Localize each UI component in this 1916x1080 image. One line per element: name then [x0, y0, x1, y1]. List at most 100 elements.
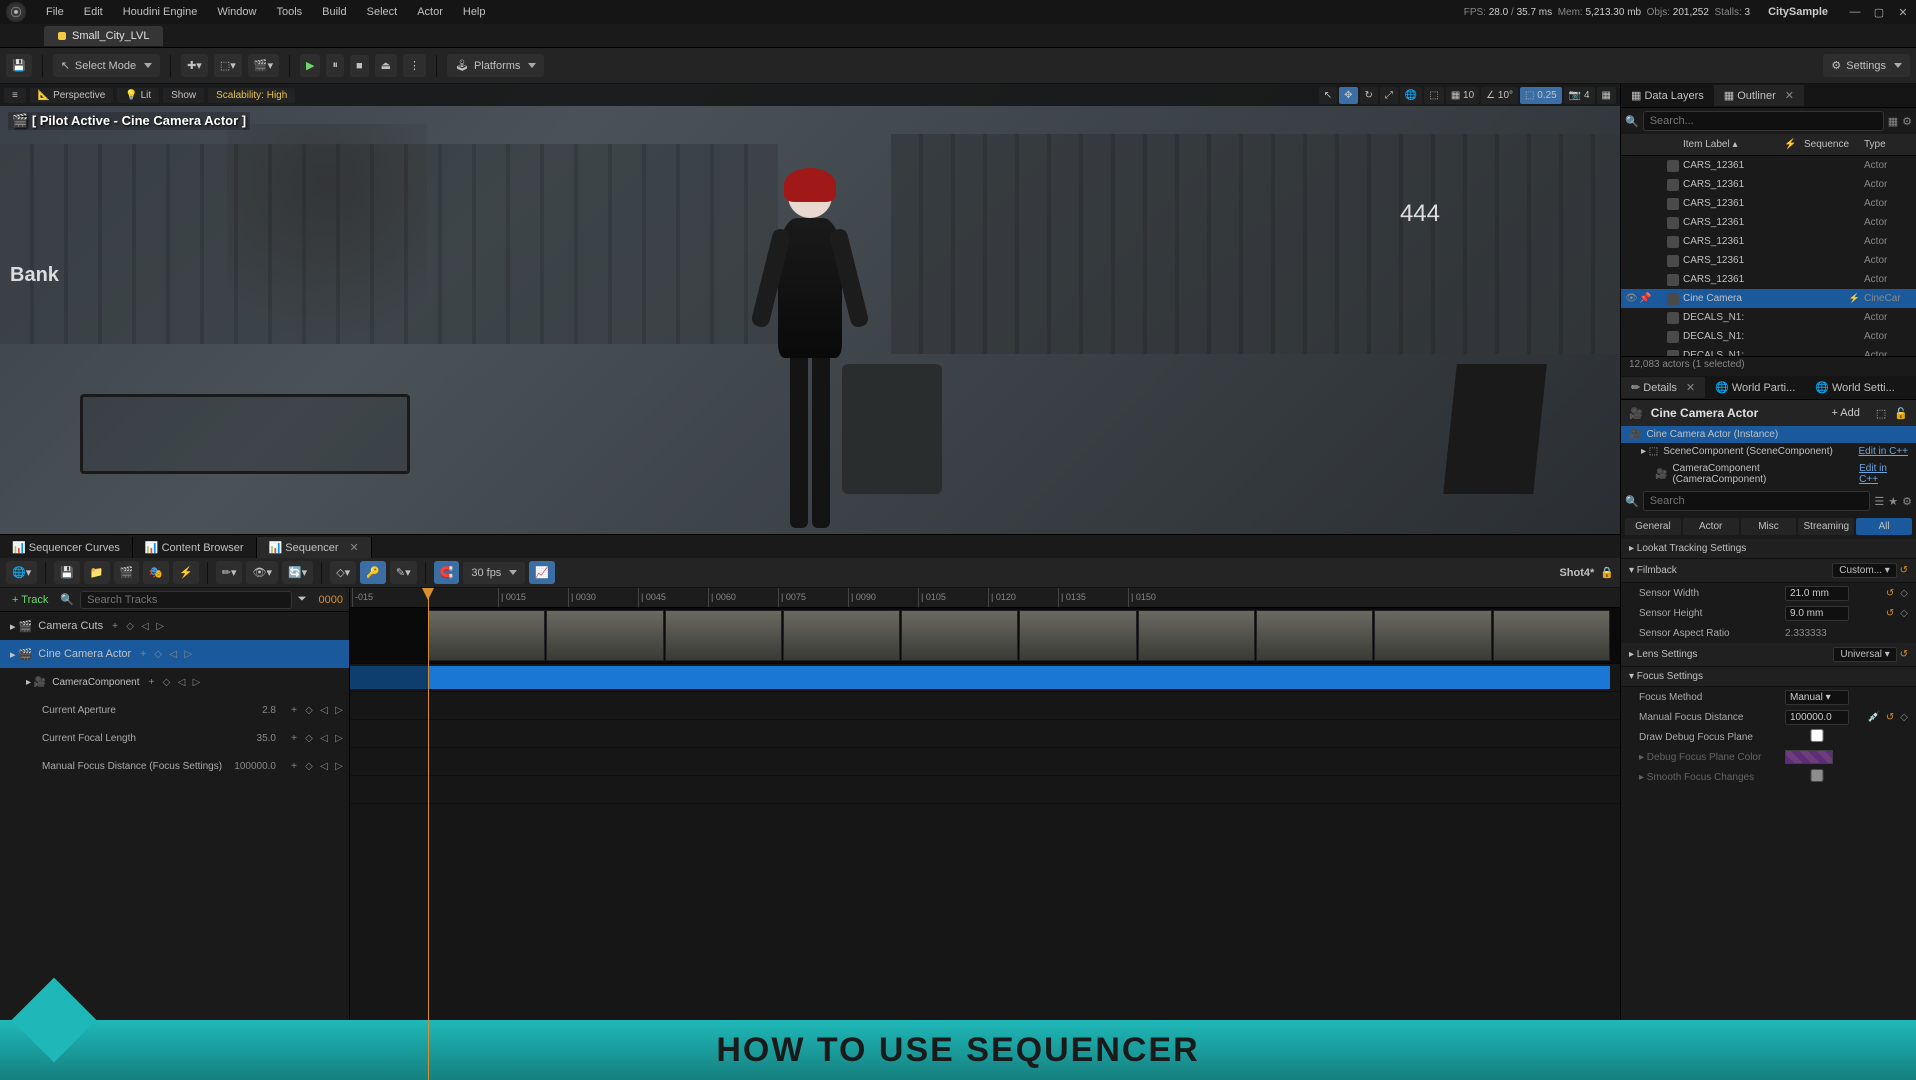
outliner-filter[interactable]: ▦ [1888, 115, 1898, 128]
reset-icon[interactable]: ↺ [1886, 712, 1894, 723]
details-view2[interactable]: ★ [1888, 495, 1898, 508]
section-icon[interactable]: ◇ [152, 649, 164, 660]
add-key-icon[interactable]: + [137, 649, 149, 660]
camera-cuts-track[interactable] [350, 608, 1620, 664]
comp-instance-row[interactable]: 🎥 Cine Camera Actor (Instance) [1621, 426, 1916, 443]
seq-render-button[interactable]: 🎬 [114, 561, 140, 584]
prev-key-icon[interactable]: ◁ [167, 649, 179, 660]
close-icon[interactable]: ✕ [1686, 381, 1695, 394]
color-swatch[interactable] [1785, 750, 1833, 764]
outliner-row[interactable]: CARS_12361Actor [1621, 270, 1916, 289]
next-key-icon[interactable]: ▷ [191, 677, 203, 688]
menu-file[interactable]: File [36, 3, 74, 21]
keyframe-icon[interactable]: ◇ [1900, 588, 1908, 599]
angle-snap[interactable]: ∠ 10° [1481, 87, 1518, 104]
outliner-row[interactable]: CARS_12361Actor [1621, 194, 1916, 213]
add-content-button[interactable]: ✚▾ [181, 54, 208, 77]
track-search-input[interactable] [80, 591, 292, 609]
outliner-row[interactable]: DECALS_N1:Actor [1621, 308, 1916, 327]
seq-snap-button[interactable]: 🧲 [434, 561, 460, 584]
add-track-button[interactable]: + Track [6, 592, 54, 608]
filter-general[interactable]: General [1625, 518, 1681, 535]
track-camera-cuts[interactable]: ▸ 🎬 Camera Cuts+◇◁▷ [0, 612, 349, 640]
col-sequence[interactable]: Sequence [1804, 139, 1864, 150]
section-icon[interactable]: ◇ [124, 621, 136, 632]
outliner-settings[interactable]: ⚙ [1902, 115, 1912, 128]
scale-tool[interactable]: ⤢ [1380, 87, 1398, 104]
prop-checkbox[interactable] [1785, 769, 1849, 782]
add-component-button[interactable]: + Add [1823, 405, 1867, 421]
keyframe-icon[interactable]: ◇ [1900, 712, 1908, 723]
category-lookat-tracking-settings[interactable]: ▸ Lookat Tracking Settings [1621, 539, 1916, 559]
details-tool2[interactable]: 🔓 [1894, 407, 1908, 420]
seq-save-button[interactable]: 💾 [54, 561, 80, 584]
menu-help[interactable]: Help [453, 3, 496, 21]
filter-icon[interactable]: ⏷ [298, 593, 307, 606]
add-key-icon[interactable]: + [288, 761, 300, 772]
viewport-lit[interactable]: 💡 Lit [117, 88, 159, 103]
prev-key-icon[interactable]: ◁ [139, 621, 151, 632]
menu-window[interactable]: Window [207, 3, 266, 21]
surface-snap[interactable]: ⬚ [1424, 87, 1443, 104]
outliner-row[interactable]: 👁📌Cine Camera⚡CineCar [1621, 289, 1916, 308]
save-button[interactable]: 💾 [6, 54, 32, 77]
seq-curve-button[interactable]: 📈 [529, 561, 555, 584]
close-button[interactable]: ✕ [1896, 6, 1910, 19]
track-cameracomponent[interactable]: ▸ 🎥 CameraComponent+◇◁▷ [0, 668, 349, 696]
world-local-toggle[interactable]: 🌐 [1400, 87, 1422, 104]
seq-world-button[interactable]: 🌐▾ [6, 561, 37, 584]
reset-icon[interactable]: ↺ [1886, 588, 1894, 599]
menu-tools[interactable]: Tools [266, 3, 312, 21]
pause-button[interactable]: ⏸ [326, 54, 344, 77]
category-lens-settings[interactable]: ▸ Lens SettingsUniversal ▾ ↺ [1621, 643, 1916, 667]
next-key-icon[interactable]: ▷ [333, 705, 345, 716]
add-key-icon[interactable]: + [288, 705, 300, 716]
outliner-row[interactable]: DECALS_N1:Actor [1621, 327, 1916, 346]
panel-tab-data-layers[interactable]: ▦ Data Layers [1621, 85, 1714, 106]
outliner-search[interactable] [1643, 111, 1884, 131]
section-icon[interactable]: ◇ [161, 677, 173, 688]
details-view1[interactable]: ☰ [1874, 495, 1884, 508]
section-icon[interactable]: ◇ [303, 761, 315, 772]
tab-content-browser[interactable]: 📊 Content Browser [133, 537, 257, 558]
reset-icon[interactable]: ↺ [1900, 649, 1908, 660]
play-button[interactable]: ▶ [300, 54, 320, 77]
prop-input[interactable] [1785, 586, 1849, 601]
outliner-row[interactable]: CARS_12361Actor [1621, 251, 1916, 270]
outliner-row[interactable]: CARS_12361Actor [1621, 175, 1916, 194]
pin-icon[interactable]: 📌 [1639, 293, 1651, 305]
level-tab[interactable]: Small_City_LVL [44, 26, 163, 46]
panel-tab-world-setti-[interactable]: 🌐 World Setti... [1805, 377, 1905, 398]
platforms-dropdown[interactable]: 🕹 Platforms [447, 54, 544, 77]
unreal-logo[interactable]: ⦿ [6, 2, 26, 22]
next-key-icon[interactable]: ▷ [182, 649, 194, 660]
focus-distance-track[interactable] [350, 776, 1620, 804]
col-type[interactable]: Type [1864, 139, 1912, 150]
grid-snap[interactable]: ▦ 10 [1446, 87, 1479, 104]
panel-tab-details[interactable]: ✏ Details✕ [1621, 377, 1705, 398]
panel-tab-outliner[interactable]: ▦ Outliner✕ [1714, 85, 1804, 106]
settings-dropdown[interactable]: ⚙ Settings [1823, 54, 1910, 77]
details-view3[interactable]: ⚙ [1902, 495, 1912, 508]
seq-keyframe-button[interactable]: ◇▾ [330, 561, 356, 584]
edit-cpp-link[interactable]: Edit in C++ [1859, 446, 1908, 457]
filter-streaming[interactable]: Streaming [1798, 518, 1854, 535]
current-frame[interactable]: 0000 [319, 594, 343, 606]
prev-key-icon[interactable]: ◁ [318, 761, 330, 772]
section-icon[interactable]: ◇ [303, 705, 315, 716]
tab-sequencer-curves[interactable]: 📊 Sequencer Curves [0, 537, 133, 558]
outliner-row[interactable]: CARS_12361Actor [1621, 213, 1916, 232]
details-tool1[interactable]: ⬚ [1876, 407, 1886, 420]
aperture-track[interactable] [350, 720, 1620, 748]
prop-checkbox[interactable] [1785, 729, 1849, 742]
close-icon[interactable]: ✕ [350, 541, 359, 554]
filter-misc[interactable]: Misc [1741, 518, 1797, 535]
reset-icon[interactable]: ↺ [1886, 608, 1894, 619]
add-key-icon[interactable]: + [146, 677, 158, 688]
translate-tool[interactable]: ✥ [1339, 87, 1357, 104]
seq-lock-button[interactable]: 🔒 [1600, 566, 1614, 579]
cine-camera-track[interactable] [350, 664, 1620, 692]
menu-edit[interactable]: Edit [74, 3, 113, 21]
seq-playback-button[interactable]: 🔄▾ [282, 561, 313, 584]
seq-key-button[interactable]: ✏▾ [216, 561, 243, 584]
